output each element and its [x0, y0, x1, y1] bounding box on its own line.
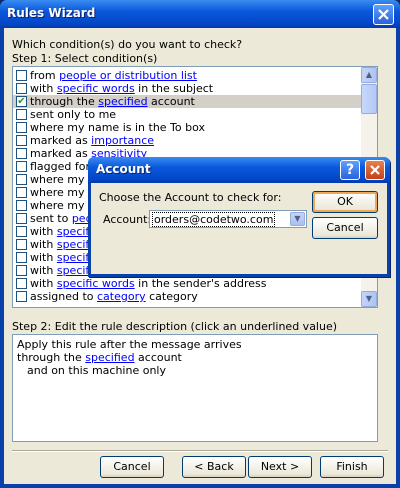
finish-button[interactable]: Finish — [320, 456, 384, 478]
account-select-value: orders@codetwo.com — [152, 212, 276, 227]
condition-checkbox[interactable] — [16, 226, 27, 237]
condition-text: where my name is in the To box — [30, 121, 206, 134]
condition-row[interactable]: marked as importance — [13, 134, 361, 147]
scroll-thumb[interactable] — [361, 84, 377, 114]
condition-checkbox[interactable] — [16, 122, 27, 133]
condition-text: with specific words in the subject — [30, 82, 214, 95]
condition-link[interactable]: specific words — [57, 277, 135, 290]
step1-label: Step 1: Select condition(s) — [12, 52, 158, 65]
condition-checkbox[interactable] — [16, 265, 27, 276]
window-title: Rules Wizard — [7, 6, 96, 20]
condition-link[interactable]: category — [97, 290, 146, 303]
condition-row[interactable]: with specific words in the sender's addr… — [13, 277, 361, 290]
condition-checkbox[interactable] — [16, 135, 27, 146]
condition-checkbox[interactable] — [16, 187, 27, 198]
condition-checkbox[interactable] — [16, 278, 27, 289]
condition-link[interactable]: specific words — [57, 82, 135, 95]
condition-checkbox[interactable] — [16, 291, 27, 302]
condition-text: through the specified account — [30, 95, 195, 108]
condition-checkbox[interactable] — [16, 83, 27, 94]
close-icon — [370, 165, 380, 175]
condition-text: from people or distribution list — [30, 69, 197, 82]
close-button[interactable] — [373, 4, 394, 25]
condition-checkbox[interactable] — [16, 200, 27, 211]
account-dialog-title: Account — [96, 162, 151, 176]
next-button[interactable]: Next > — [248, 456, 312, 478]
condition-checkbox[interactable]: ✔ — [16, 96, 27, 107]
dropdown-button[interactable]: ▼ — [290, 212, 305, 226]
condition-text: assigned to category category — [30, 290, 198, 303]
back-button[interactable]: < Back — [182, 456, 246, 478]
condition-row[interactable]: ✔ through the specified account — [13, 95, 361, 108]
chevron-down-icon: ▼ — [365, 294, 373, 303]
rule-description: Apply this rule after the message arrive… — [12, 334, 378, 442]
condition-checkbox[interactable] — [16, 213, 27, 224]
condition-checkbox[interactable] — [16, 70, 27, 81]
account-cancel-button[interactable]: Cancel — [312, 217, 378, 239]
account-dialog-body: Choose the Account to check for: Account… — [91, 183, 387, 274]
account-close-button[interactable] — [365, 160, 385, 180]
chevron-down-icon: ▼ — [294, 214, 301, 223]
rules-wizard-window: Rules Wizard Which condition(s) do you w… — [0, 0, 400, 488]
close-icon — [378, 9, 389, 20]
condition-row[interactable]: assigned to category category — [13, 290, 361, 303]
condition-link[interactable]: people or distribution list — [59, 69, 197, 82]
condition-checkbox[interactable] — [16, 239, 27, 250]
help-button[interactable]: ? — [340, 160, 360, 180]
description-line-2-pre: through the — [17, 351, 86, 364]
chevron-up-icon: ▲ — [365, 70, 373, 79]
condition-row[interactable]: with specific words in the subject — [13, 82, 361, 95]
account-field-label: Account: — [103, 213, 152, 226]
description-line-2-post: account — [134, 351, 182, 364]
condition-checkbox[interactable] — [16, 161, 27, 172]
condition-checkbox[interactable] — [16, 109, 27, 120]
scroll-down-button[interactable]: ▼ — [361, 291, 377, 307]
account-dialog-title-bar: Account ? — [88, 157, 390, 183]
description-line-2: through the specified account — [17, 351, 182, 364]
condition-row[interactable]: from people or distribution list — [13, 69, 361, 82]
condition-link[interactable]: specified — [98, 95, 147, 108]
conditions-prompt: Which condition(s) do you want to check? — [12, 38, 243, 51]
help-icon: ? — [345, 162, 355, 178]
ok-button[interactable]: OK — [312, 191, 378, 213]
condition-text: marked as importance — [30, 134, 155, 147]
condition-checkbox[interactable] — [16, 252, 27, 263]
condition-checkbox[interactable] — [16, 174, 27, 185]
condition-row[interactable]: sent only to me — [13, 108, 361, 121]
step2-label: Step 2: Edit the rule description (click… — [12, 320, 338, 333]
checkmark-icon: ✔ — [17, 96, 26, 107]
specified-account-link[interactable]: specified — [85, 351, 134, 364]
account-dialog: Account ? Choose the Account to check fo… — [88, 157, 390, 277]
description-line-1: Apply this rule after the message arrive… — [17, 338, 242, 351]
cancel-button[interactable]: Cancel — [100, 456, 164, 478]
condition-link[interactable]: importance — [91, 134, 154, 147]
account-prompt: Choose the Account to check for: — [99, 191, 282, 204]
condition-checkbox[interactable] — [16, 148, 27, 159]
condition-text: with specific words in the sender's addr… — [30, 277, 267, 290]
account-select[interactable]: orders@codetwo.com ▼ — [149, 210, 307, 228]
description-line-3: and on this machine only — [27, 364, 166, 377]
separator — [12, 450, 388, 452]
condition-row[interactable]: where my name is in the To box — [13, 121, 361, 134]
condition-text: sent only to me — [30, 108, 117, 121]
title-bar: Rules Wizard — [0, 0, 400, 28]
scroll-up-button[interactable]: ▲ — [361, 67, 377, 83]
